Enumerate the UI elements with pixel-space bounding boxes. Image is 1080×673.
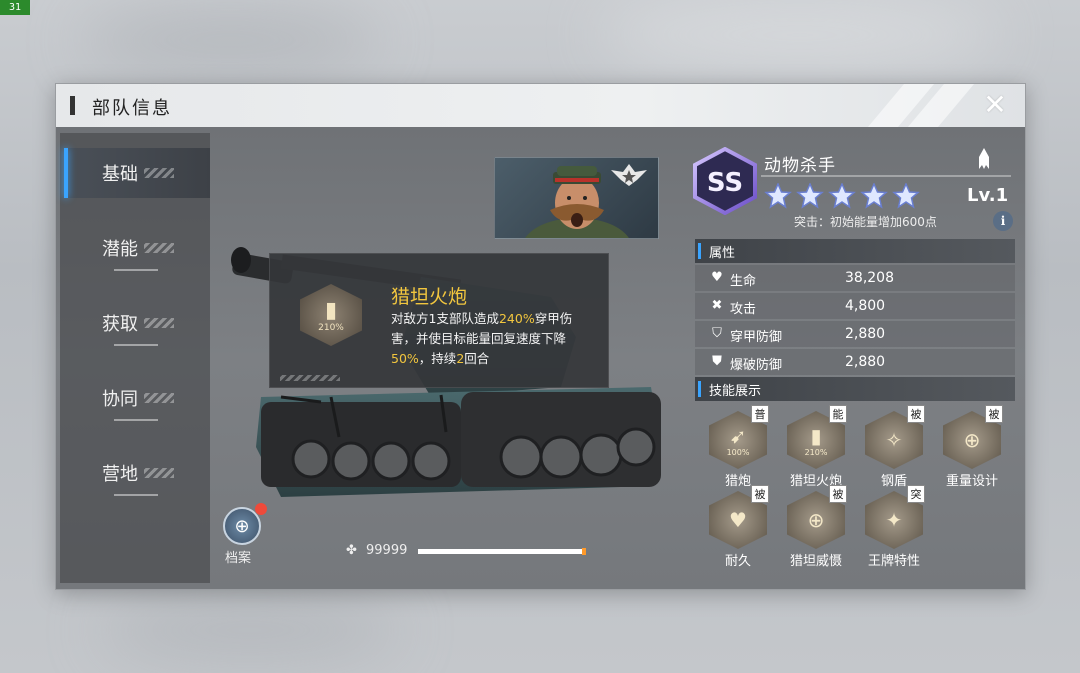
- skill-tag: 能: [829, 405, 847, 423]
- breakthrough-bonus: 突击：初始能量增加600点: [794, 215, 937, 229]
- skills-header: 技能展示: [695, 377, 1015, 401]
- attack-icon: ✖: [711, 298, 723, 313]
- skill-durability[interactable]: ♥ 被 耐久: [703, 485, 773, 569]
- skill-weight-design[interactable]: ⊕ 被 重量设计: [937, 405, 1007, 489]
- close-button[interactable]: ✕: [981, 91, 1009, 120]
- attributes-header: 属性: [695, 239, 1015, 263]
- magnifier-icon: ⊕: [234, 515, 250, 537]
- attr-label: 爆破防御: [730, 358, 783, 373]
- star-icon: [860, 183, 888, 209]
- star-icon: [796, 183, 824, 209]
- tooltip-title: 猎坦火炮: [391, 286, 468, 308]
- attr-value: 2,880: [845, 326, 886, 342]
- skill-tag: 被: [829, 485, 847, 503]
- sidebar-item-potential[interactable]: 潜能: [64, 223, 210, 273]
- star-icon: [892, 183, 920, 209]
- skill-hunter-deterrence[interactable]: ⊕ 被 猎坦威慑: [781, 485, 851, 569]
- archive-label: 档案: [225, 551, 252, 566]
- star-icon: [764, 183, 792, 209]
- sidebar: 基础 潜能 获取 协同 营地: [60, 133, 210, 583]
- skill-hunter-gun[interactable]: ➹ 100% 普 猎炮: [703, 405, 773, 489]
- blast-shield-icon: ⛊: [712, 354, 722, 369]
- skill-tag: 普: [751, 405, 769, 423]
- unit-info-window: 部队信息 ✕ 基础 潜能 获取 协同 营地 ⊕ 档案 ✤ 99999 ▮ 210…: [55, 83, 1026, 590]
- skill-name: 猎坦威慑: [789, 554, 842, 569]
- sidebar-item-basic[interactable]: 基础: [64, 148, 210, 198]
- archive-button[interactable]: ⊕ 档案: [223, 503, 267, 567]
- attr-label: 攻击: [730, 302, 757, 317]
- heart-glow-icon: ♥: [729, 508, 747, 532]
- attr-row-attack: ✖ 攻击 4,800: [695, 293, 1015, 319]
- skill-name: 耐久: [724, 554, 751, 569]
- attr-row-hp: ♥ 生命 38,208: [695, 265, 1015, 291]
- attr-label: 生命: [730, 274, 757, 289]
- attr-value: 4,800: [845, 298, 886, 314]
- attributes-title: 属性: [709, 246, 736, 261]
- skill-tag: 被: [751, 485, 769, 503]
- sidebar-item-obtain[interactable]: 获取: [64, 298, 210, 348]
- crosshair-icon: ⊕: [963, 428, 981, 452]
- title-bar: 部队信息 ✕: [56, 84, 1025, 127]
- unit-level: Lv.1: [967, 185, 1009, 206]
- tooltip-description: 对敌方1支部队造成240%穿甲伤害，并使目标能量回复速度下降50%，持续2回合: [391, 311, 573, 366]
- info-icon: i: [1000, 214, 1006, 228]
- scope-icon: ⊕: [807, 508, 825, 532]
- shell-icon: ▮: [810, 423, 822, 448]
- skills-title: 技能展示: [709, 384, 762, 399]
- skill-ace-trait[interactable]: ✦ 突 王牌特性: [859, 485, 929, 569]
- notification-dot: [255, 503, 267, 515]
- skill-icon-hunter-cannon: ▮ 210%: [300, 284, 362, 346]
- unit-name: 动物杀手: [764, 156, 836, 176]
- skill-name: 重量设计: [945, 474, 998, 489]
- sidebar-item-label: 潜能: [102, 239, 138, 260]
- fragment-count: 99999: [366, 543, 408, 558]
- sidebar-item-label: 基础: [102, 164, 138, 185]
- attr-row-armor-defense: ⛉ 穿甲防御 2,880: [695, 321, 1015, 347]
- star-icon: [828, 183, 856, 209]
- window-title: 部队信息: [92, 98, 172, 119]
- shield-glow-icon: ✧: [885, 428, 903, 452]
- sidebar-item-label: 协同: [102, 389, 138, 410]
- unit-class-icon: [979, 148, 989, 169]
- attr-value: 2,880: [845, 354, 886, 370]
- attr-value: 38,208: [845, 270, 894, 286]
- svg-text:SS: SS: [707, 168, 743, 198]
- shell-icon: ▮: [324, 297, 338, 323]
- heart-icon: ♥: [711, 270, 723, 285]
- content-area: 基础 潜能 获取 协同 营地 ⊕ 档案 ✤ 99999 ▮ 210% 猎坦火炮 …: [56, 127, 1025, 589]
- skill-icon-pct: 210%: [318, 322, 344, 333]
- skill-tag: 突: [907, 485, 925, 503]
- bullet-icon: ➹: [729, 423, 747, 448]
- attr-row-blast-defense: ⛊ 爆破防御 2,880: [695, 349, 1015, 375]
- skill-tag: 被: [907, 405, 925, 423]
- sidebar-item-label: 营地: [102, 464, 138, 485]
- armor-shield-icon: ⛉: [712, 326, 722, 341]
- skill-tag: 被: [985, 405, 1003, 423]
- army-emblem-icon: [611, 164, 647, 186]
- skill-hunter-cannon[interactable]: ▮ 210% 能 猎坦火炮: [781, 405, 851, 489]
- progress-fill: [418, 548, 587, 555]
- close-icon: ✕: [983, 88, 1007, 121]
- puzzle-icon: ✤: [346, 543, 357, 558]
- star-rating: [764, 183, 920, 209]
- rank-ss-badge: SS: [693, 147, 757, 215]
- skill-steel-shield[interactable]: ✧ 被 钢盾: [859, 405, 929, 489]
- skill-name: 王牌特性: [867, 554, 920, 569]
- sidebar-item-label: 获取: [102, 314, 138, 335]
- progress-track: [418, 548, 587, 555]
- frame-counter-badge: 31: [0, 0, 30, 15]
- title-accent-bar: [70, 96, 75, 115]
- ace-emblem-icon: ✦: [885, 508, 903, 532]
- sidebar-item-synergy[interactable]: 协同: [64, 373, 210, 423]
- attr-label: 穿甲防御: [730, 330, 783, 345]
- info-button[interactable]: i: [993, 211, 1013, 231]
- skill-tooltip: ▮ 210% 猎坦火炮 对敌方1支部队造成240%穿甲伤害，并使目标能量回复速度…: [269, 253, 609, 388]
- fragment-progress: ✤ 99999: [346, 543, 587, 559]
- sidebar-item-camp[interactable]: 营地: [64, 448, 210, 498]
